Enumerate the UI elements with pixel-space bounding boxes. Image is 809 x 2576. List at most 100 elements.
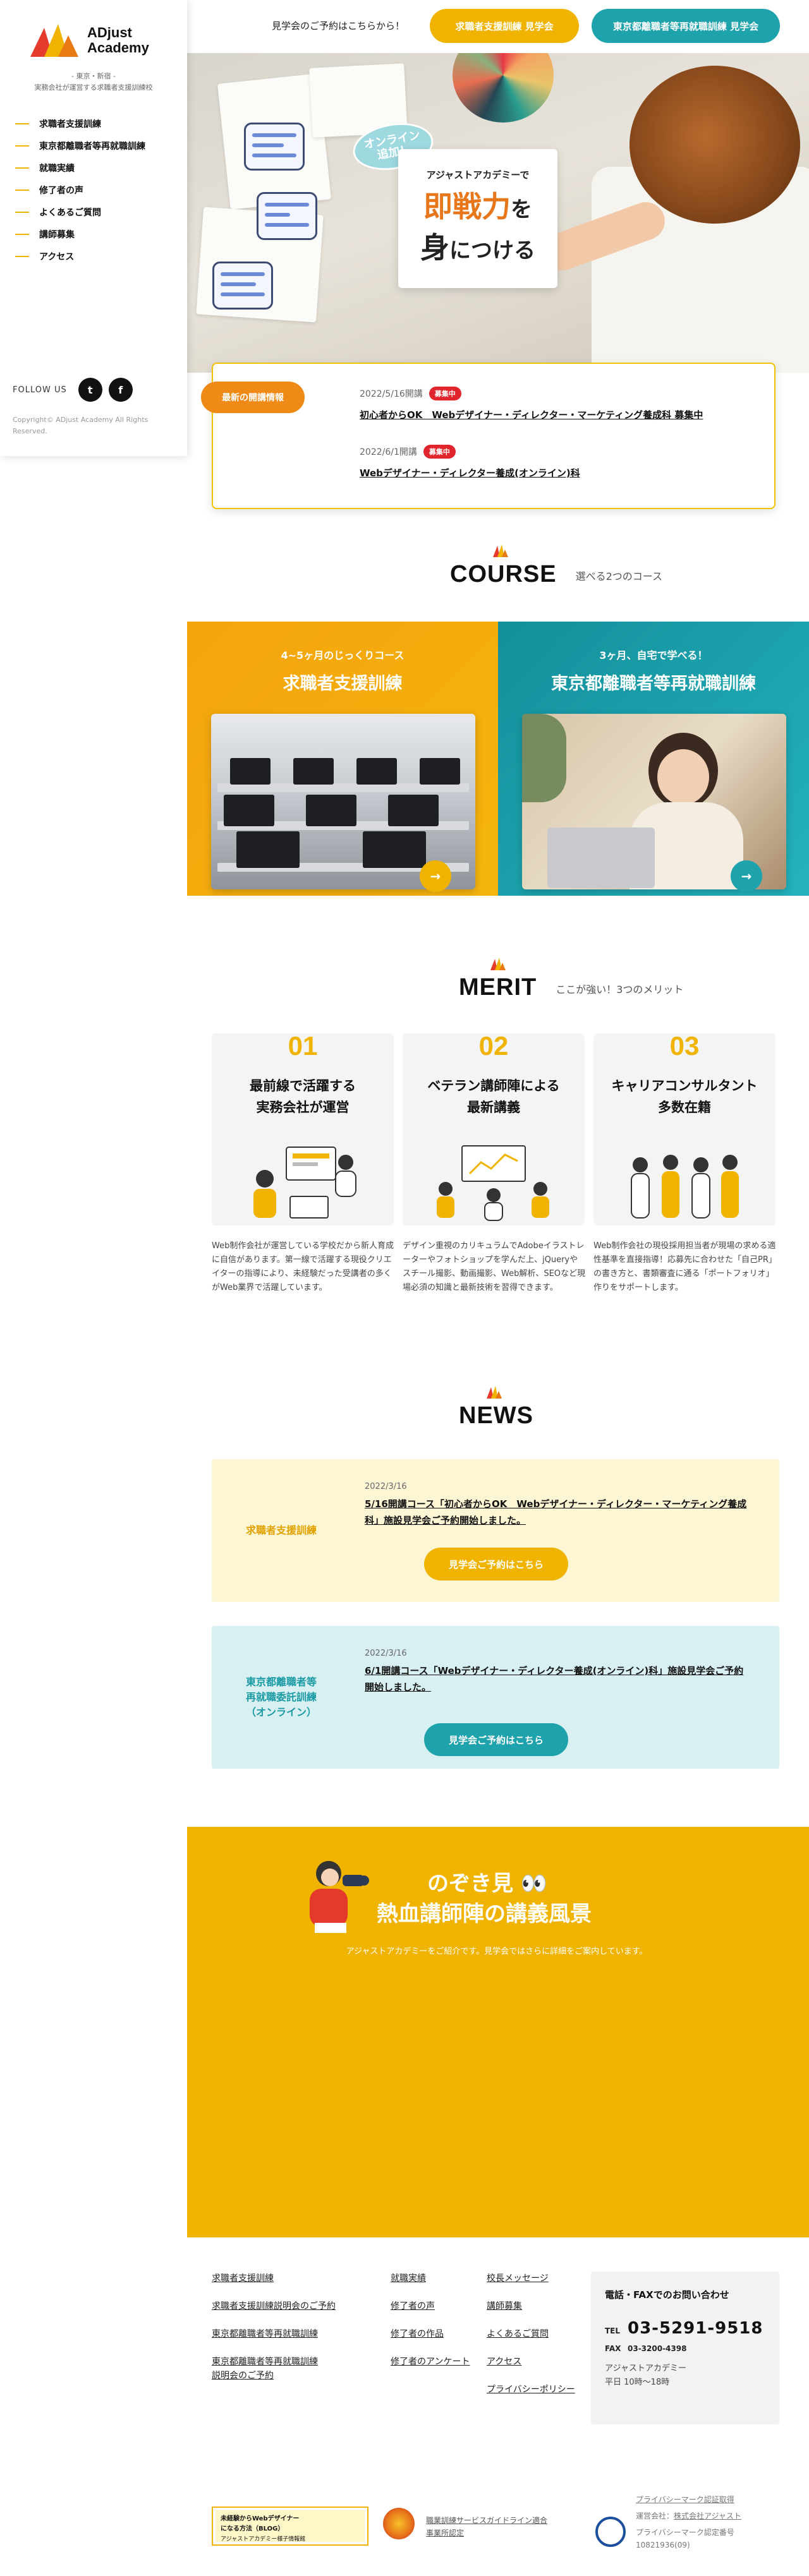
- privacy-mark-number-label: プライバシーマーク認定番号: [636, 2528, 734, 2537]
- course-lead: 3ヶ月、自宅で学べる！: [599, 649, 708, 661]
- follow-label: FOLLOW US: [13, 385, 67, 395]
- sidebar-item-voices[interactable]: 修了者の声: [15, 179, 145, 201]
- fax-value: 03-3200-4398: [628, 2344, 687, 2353]
- merit-card: 02 ベテラン講師陣による 最新講義: [403, 1033, 585, 1225]
- dash-icon: [15, 211, 29, 213]
- info-item[interactable]: 2022/6/1開講 募集中 Webデザイナー・ディレクター養成(オンライン)科: [360, 445, 580, 479]
- twitter-icon[interactable]: t: [78, 378, 102, 402]
- footer-link[interactable]: アクセス: [487, 2355, 575, 2369]
- monitor-icon: [356, 758, 397, 785]
- tour-reserve-button[interactable]: 見学会ご予約はこちら: [424, 1548, 568, 1580]
- footer-link[interactable]: 修了者のアンケート: [391, 2355, 473, 2369]
- hero-headline-1: 即戦力を: [398, 188, 557, 229]
- contact-box: 電話・FAXでのお問い合わせ TEL 03-5291-9518 FAX 03-320…: [591, 2272, 779, 2424]
- facebook-icon[interactable]: f: [108, 378, 133, 402]
- privacy-mark-info: プライバシーマーク認証取得 運営会社：株式会社アジャスト プライバシーマーク認定…: [636, 2491, 741, 2549]
- merit-title-line2: 多数在籍: [658, 1100, 711, 1115]
- sidebar-item-access[interactable]: アクセス: [15, 245, 145, 267]
- news-heading: NEWS: [459, 1386, 533, 1429]
- guideline-link[interactable]: 職業訓練サービスガイドライン適合 事業所認定: [426, 2514, 547, 2539]
- footer-link[interactable]: 就職実績: [391, 2272, 473, 2285]
- tokyo-tour-button[interactable]: 東京都離職者等再就職訓練 見学会: [592, 9, 780, 43]
- person-hair: [630, 66, 800, 224]
- course-name: 東京都離職者等再就職訓練: [551, 674, 756, 694]
- footer-link[interactable]: 東京都離職者等再就職訓練説明会のご予約: [212, 2355, 325, 2383]
- footer-link[interactable]: 求職者支援訓練説明会のご予約: [212, 2299, 336, 2313]
- sidebar-item-results[interactable]: 就職実績: [15, 157, 145, 179]
- news-title-link[interactable]: 6/1開講コース「Webデザイナー・ディレクター養成(オンライン)科」施設見学会…: [365, 1663, 753, 1695]
- sidebar-item-recruit[interactable]: 講師募集: [15, 223, 145, 245]
- fax-number: FAX 03-3200-4398: [605, 2344, 765, 2353]
- course-lead: 4~5ヶ月のじっくりコース: [281, 649, 404, 661]
- merit-title: ベテラン講師陣による 最新講義: [403, 1075, 585, 1118]
- footer-link[interactable]: よくあるご質問: [487, 2327, 575, 2341]
- merit-number: 02: [478, 1033, 509, 1061]
- tour-reserve-button[interactable]: 見学会ご予約はこちら: [424, 1723, 568, 1756]
- logo-text-line2: Academy: [87, 40, 149, 56]
- course-card-jobseeker[interactable]: 4~5ヶ月のじっくりコース 求職者支援訓練 →: [187, 622, 498, 896]
- header: 見学会のご予約はこちらから！ 求職者支援訓練 見学会 東京都離職者等再就職訓練 …: [187, 0, 809, 53]
- news-item: 求職者支援訓練 2022/3/16 5/16開講コース「初心者からOK Webデ…: [212, 1459, 779, 1602]
- hero-big1-suffix: を: [511, 197, 532, 222]
- footer-link[interactable]: 求職者支援訓練: [212, 2272, 336, 2285]
- arrow-right-icon[interactable]: →: [420, 860, 451, 892]
- contact-org: アジャストアカデミー 平日 10時〜18時: [605, 2362, 765, 2390]
- peeking-person-icon: [310, 1861, 369, 1933]
- info-title-link[interactable]: Webデザイナー・ディレクター養成(オンライン)科: [360, 466, 580, 479]
- sidebar-item-tokyo[interactable]: 東京都離職者等再就職訓練: [15, 135, 145, 157]
- desk-row: [217, 783, 469, 792]
- sidebar-item-label: 求職者支援訓練: [39, 119, 101, 129]
- merit-title: キャリアコンサルタント 多数在籍: [593, 1075, 776, 1118]
- site-logo[interactable]: ADjust Academy: [30, 23, 163, 58]
- blog-banner[interactable]: 未経験からWebデザイナー になる方法（BLOG） アジャストアカデミー様子情報…: [212, 2507, 368, 2546]
- footer-link[interactable]: 講師募集: [487, 2299, 575, 2313]
- hero-headline-2: 身につける: [398, 229, 557, 270]
- latest-info-tag: 最新の開講情報: [201, 382, 305, 413]
- news-title-link[interactable]: 5/16開講コース「初心者からOK Webデザイナー・ディレクター・マーケティン…: [365, 1496, 753, 1529]
- person-face: [657, 749, 709, 805]
- consultants-illustration-icon: [631, 1155, 739, 1219]
- peek-subtitle: アジャストアカデミーをご紹介です。見学会ではさらに詳細をご案内しています。: [346, 1947, 648, 1956]
- merit-description: デザイン重視のカリキュラムでAdobeイラストレーターやフォトショップを学んだ上…: [403, 1241, 586, 1292]
- operator-label: 運営会社：: [636, 2512, 674, 2520]
- privacy-mark-icon: [595, 2517, 626, 2547]
- copyright: Copyright© ADjust Academy All Rights Res…: [13, 416, 149, 435]
- footer-link[interactable]: 修了者の声: [391, 2299, 473, 2313]
- footer-links-col2: 就職実績 修了者の声 修了者の作品 修了者のアンケート: [391, 2272, 473, 2383]
- news-category-line: （オンライン）: [245, 1706, 317, 1718]
- merit-card: 03 キャリアコンサルタント 多数在籍: [593, 1033, 776, 1225]
- merit-description: Web制作会社が運営している学校だから新人育成に自信があります。第一線で活躍する…: [212, 1241, 394, 1292]
- sidebar-item-label: 就職実績: [39, 163, 75, 174]
- jobseeker-tour-button[interactable]: 求職者支援訓練 見学会: [430, 9, 579, 43]
- footer-link[interactable]: 修了者の作品: [391, 2327, 473, 2341]
- privacy-mark-number: 10821936(09): [636, 2541, 690, 2549]
- dash-icon: [15, 233, 29, 235]
- news-category: 東京都離職者等 再就職委託訓練 （オンライン）: [212, 1626, 351, 1769]
- sidebar-item-label: 東京都離職者等再就職訓練: [39, 141, 145, 152]
- privacy-mark-link[interactable]: プライバシーマーク認証取得: [636, 2491, 741, 2508]
- dash-icon: [15, 123, 29, 124]
- course-card-tokyo[interactable]: 3ヶ月、自宅で学べる！ 東京都離職者等再就職訓練 →: [498, 622, 809, 896]
- footer-link[interactable]: 校長メッセージ: [487, 2272, 575, 2285]
- arrow-right-icon[interactable]: →: [731, 860, 762, 892]
- sidebar-item-jobseeker[interactable]: 求職者支援訓練: [15, 112, 145, 135]
- info-item[interactable]: 2022/5/16開講 募集中 初心者からOK Webデザイナー・ディレクター・マ…: [360, 387, 703, 421]
- wireframe-phone-icon: [244, 123, 305, 171]
- footer-link[interactable]: プライバシーポリシー: [487, 2383, 575, 2397]
- news-item: 東京都離職者等 再就職委託訓練 （オンライン） 2022/3/16 6/1開講コース…: [212, 1626, 779, 1769]
- phone-number[interactable]: TEL 03-5291-9518: [605, 2319, 765, 2338]
- header-lead: 見学会のご予約はこちらから！: [272, 20, 405, 32]
- monitor-icon: [363, 831, 426, 868]
- info-title-link[interactable]: 初心者からOK Webデザイナー・ディレクター・マーケティング養成科 募集中: [360, 408, 703, 421]
- business-hours: 平日 10時〜18時: [605, 2378, 670, 2387]
- section-title-en: NEWS: [459, 1402, 533, 1429]
- footer-link[interactable]: 東京都離職者等再就職訓練: [212, 2327, 336, 2341]
- news-category: 求職者支援訓練: [212, 1459, 351, 1602]
- logo-mark-icon: [493, 545, 508, 557]
- operator-link[interactable]: 株式会社アジャスト: [674, 2512, 741, 2520]
- hero-sub: アジャストアカデミーで: [426, 169, 530, 181]
- sidebar-item-faq[interactable]: よくあるご質問: [15, 201, 145, 223]
- merit-description: Web制作会社の現役採用担当者が現場の求める適性基準を直接指導！応募先に合わせた…: [593, 1241, 777, 1292]
- merit-title-line1: 最前線で活躍する: [250, 1078, 356, 1093]
- org-name: アジャストアカデミー: [605, 2364, 686, 2373]
